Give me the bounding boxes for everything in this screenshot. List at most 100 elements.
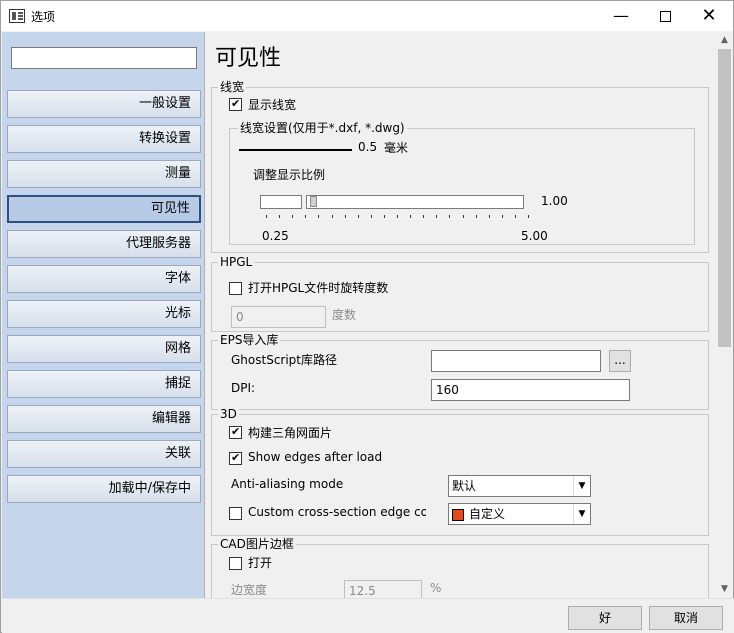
sidebar-item-proxy[interactable]: 代理服务器: [7, 230, 201, 258]
scale-tick: [528, 215, 529, 218]
anti-aliasing-value: 默认: [452, 479, 477, 493]
options-window: 选项 — ✕ 一般设置 转换设置 测量 可见性 代理服务器 字体 光标 网格 捕…: [0, 0, 734, 633]
color-swatch: [452, 508, 464, 521]
scale-min-box: [260, 195, 302, 209]
scale-tick: [397, 215, 398, 218]
ok-button[interactable]: 好: [568, 606, 642, 630]
vertical-scrollbar[interactable]: ▲ ▼: [716, 32, 733, 598]
cancel-button[interactable]: 取消: [649, 606, 723, 630]
scale-tick: [423, 215, 425, 218]
edge-color-value: 自定义: [469, 507, 506, 521]
sidebar-item-measure[interactable]: 测量: [7, 160, 201, 188]
title-bar: 选项 — ✕: [1, 1, 733, 31]
scale-tick: [410, 215, 412, 218]
sidebar-item-visibility[interactable]: 可见性: [7, 195, 201, 223]
anti-aliasing-select[interactable]: 默认 ▼: [448, 475, 591, 497]
scale-tick: [436, 215, 438, 218]
scale-max-label: 5.00: [521, 229, 548, 243]
scale-tick: [514, 215, 516, 218]
sidebar-item-general[interactable]: 一般设置: [7, 90, 201, 118]
show-edges-label: Show edges after load: [248, 450, 383, 464]
show-lineweight-checkbox[interactable]: [229, 97, 242, 111]
chevron-down-icon: ▼: [573, 504, 590, 524]
custom-edge-color-label: Custom cross-section edge color: [248, 505, 426, 519]
line-width-sample: [239, 149, 352, 151]
scroll-thumb[interactable]: [718, 49, 731, 347]
scale-tick: [488, 215, 490, 218]
sidebar-item-cursor[interactable]: 光标: [7, 300, 201, 328]
hpgl-group: HPGL 打开HPGL文件时旋转度数 0 度数: [211, 255, 709, 332]
scale-tick: [331, 215, 333, 218]
cad-border-open-checkbox[interactable]: [229, 557, 242, 570]
scale-min-label: 0.25: [262, 229, 289, 243]
settings-panel: 可见性 线宽 显示线宽 线宽设置(仅用于*.dxf, *.dwg) 0.5 毫米…: [206, 32, 716, 598]
show-edges-checkbox[interactable]: [229, 451, 242, 465]
scale-tick: [383, 215, 385, 218]
sidebar-item-load-save[interactable]: 加载中/保存中: [7, 475, 201, 503]
scale-value: 1.00: [541, 194, 568, 208]
scroll-down-icon[interactable]: ▼: [716, 581, 733, 598]
sidebar-item-association[interactable]: 关联: [7, 440, 201, 468]
line-width-unit: 毫米: [384, 141, 409, 155]
scale-tick: [305, 215, 307, 218]
custom-edge-color-checkbox[interactable]: [229, 507, 242, 520]
scale-tick: [475, 215, 477, 218]
hpgl-rotate-label: 打开HPGL文件时旋转度数: [248, 281, 389, 295]
eps-group: EPS导入库 GhostScript库路径 ... DPI: 160: [211, 333, 709, 410]
line-width-value: 0.5: [358, 140, 378, 154]
window-title: 选项: [31, 10, 56, 24]
line-width-settings-group: 线宽设置(仅用于*.dxf, *.dwg) 0.5 毫米 调整显示比例 1.00…: [229, 121, 695, 245]
border-width-unit: %: [430, 581, 442, 595]
maximize-icon: [659, 11, 671, 22]
ghostscript-path-input[interactable]: [431, 350, 601, 372]
search-input[interactable]: [11, 47, 197, 69]
sidebar-item-conversion[interactable]: 转换设置: [7, 125, 201, 153]
three-d-legend: 3D: [218, 407, 239, 421]
sidebar-item-editor[interactable]: 编辑器: [7, 405, 201, 433]
scale-tick: [318, 215, 320, 218]
line-width-legend: 线宽: [218, 80, 247, 94]
scale-tick: [266, 215, 267, 218]
show-lineweight-label: 显示线宽: [248, 98, 297, 112]
hpgl-degrees-unit: 度数: [332, 308, 357, 322]
hpgl-rotate-checkbox[interactable]: [229, 282, 242, 295]
chevron-down-icon: ▼: [573, 476, 590, 496]
close-button[interactable]: ✕: [687, 1, 731, 31]
ghostscript-label: GhostScript库路径: [231, 353, 338, 367]
maximize-button[interactable]: [643, 1, 687, 31]
scale-tick: [449, 215, 451, 218]
cad-border-group: CAD图片边框 打开 边宽度 12.5 %: [211, 537, 709, 598]
page-title: 可见性: [215, 46, 282, 71]
scale-slider-thumb[interactable]: [310, 196, 318, 207]
scale-label: 调整显示比例: [253, 168, 326, 182]
build-mesh-label: 构建三角网面片: [248, 426, 333, 440]
build-mesh-checkbox[interactable]: [229, 425, 242, 439]
ghostscript-browse-button[interactable]: ...: [609, 350, 631, 372]
sidebar-item-fonts[interactable]: 字体: [7, 265, 201, 293]
line-width-settings-legend: 线宽设置(仅用于*.dxf, *.dwg): [238, 121, 407, 135]
scale-tick: [501, 215, 503, 218]
hpgl-legend: HPGL: [218, 255, 255, 269]
app-icon: [9, 9, 25, 23]
scale-tick: [370, 215, 372, 218]
sidebar-item-snap[interactable]: 捕捉: [7, 370, 201, 398]
sidebar-item-grid[interactable]: 网格: [7, 335, 201, 363]
scale-tick: [279, 215, 281, 218]
eps-legend: EPS导入库: [218, 333, 281, 347]
scale-tick: [462, 215, 464, 218]
hpgl-degrees-input[interactable]: 0: [231, 306, 326, 328]
scale-slider-box: [306, 195, 524, 209]
scroll-up-icon[interactable]: ▲: [716, 32, 733, 49]
scale-tick: [292, 215, 294, 218]
anti-aliasing-label: Anti-aliasing mode: [231, 477, 344, 491]
cad-border-legend: CAD图片边框: [218, 537, 296, 551]
edge-color-select[interactable]: 自定义 ▼: [448, 503, 591, 525]
border-width-input[interactable]: 12.5: [344, 580, 422, 598]
dpi-label: DPI:: [231, 381, 256, 395]
dpi-input[interactable]: 160: [431, 379, 630, 401]
three-d-group: 3D 构建三角网面片 Show edges after load Anti-al…: [211, 407, 709, 536]
minimize-button[interactable]: —: [599, 1, 643, 31]
cad-border-open-label: 打开: [248, 556, 273, 570]
button-bar: 好 取消: [2, 598, 734, 633]
line-width-group: 线宽 显示线宽 线宽设置(仅用于*.dxf, *.dwg) 0.5 毫米 调整显…: [211, 80, 709, 253]
